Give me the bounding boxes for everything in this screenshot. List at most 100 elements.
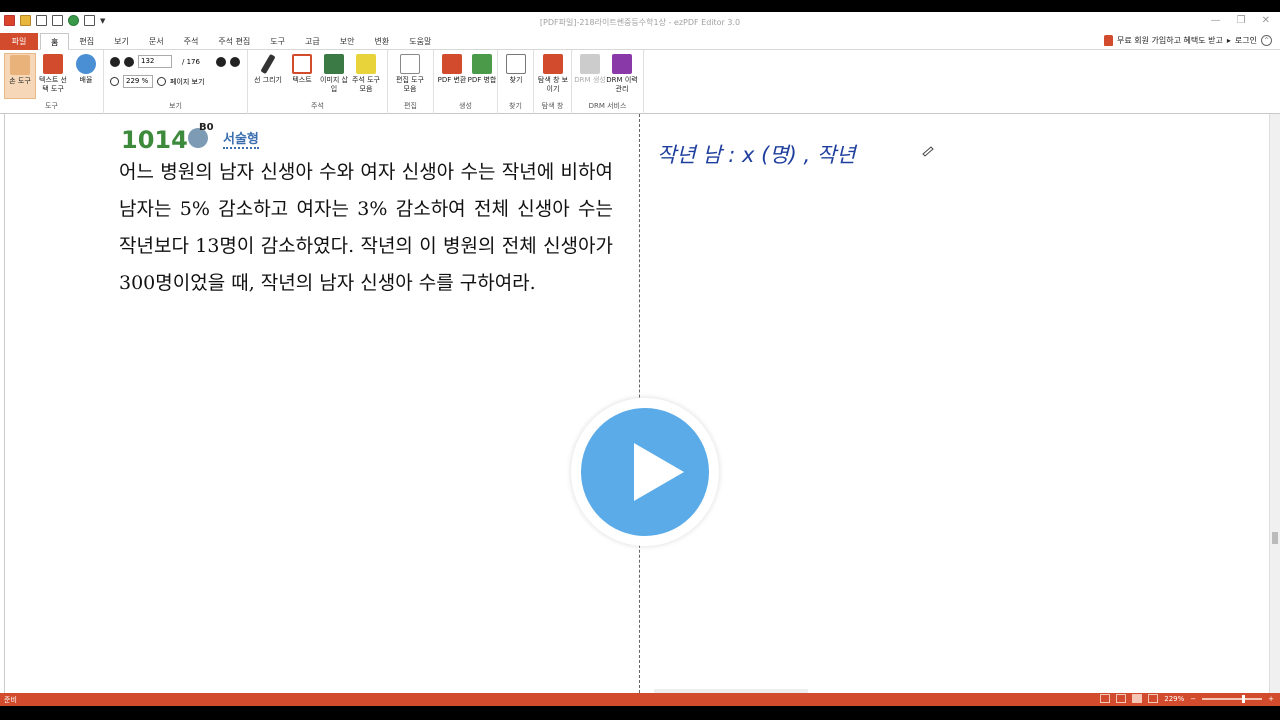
tab-advanced[interactable]: 고급 (295, 33, 330, 50)
zoom-slider[interactable] (1202, 694, 1263, 703)
page-number-input[interactable]: 132 (138, 55, 172, 68)
collapse-ribbon-icon[interactable]: ^ (1261, 35, 1272, 46)
prev-page-icon[interactable] (124, 56, 134, 67)
tab-security[interactable]: 보안 (330, 33, 365, 50)
pdf-convert-icon (442, 54, 462, 74)
drm-create-button[interactable]: DRM 생성 (574, 53, 606, 85)
zoom-in-small-icon[interactable] (157, 77, 166, 86)
pdf-merge-button[interactable]: PDF 병합 (466, 53, 498, 85)
lock-icon (1104, 35, 1114, 46)
scrollbar-thumb[interactable] (1272, 532, 1278, 544)
annot-toolset-button[interactable]: 주석 도구 모음 (350, 53, 382, 94)
file-tab[interactable]: 파일 (0, 33, 38, 50)
group-find: 찾기 찾기 (498, 50, 534, 114)
maximize-button[interactable]: ❐ (1237, 15, 1246, 26)
edit-tools-button[interactable]: 편집 도구 모음 (394, 53, 426, 94)
tab-document[interactable]: 문서 (139, 33, 174, 50)
play-button[interactable] (571, 398, 719, 546)
window-title: [PDF파일]-218라이트쎈중등수학1상 - ezPDF Editor 3.0 (539, 18, 741, 27)
text-t-icon (292, 54, 312, 74)
pdf-page[interactable]: 1014 B0 서술형 어느 병원의 남자 신생아 수와 여자 신생아 수는 작… (4, 114, 1269, 693)
page-view-button[interactable]: 페이지 보기 (170, 77, 204, 87)
pdf-convert-button[interactable]: PDF 변환 (436, 53, 468, 85)
insert-image-button[interactable]: 이미지 삽입 (318, 53, 350, 94)
zoom-in-status-button[interactable]: + (1268, 695, 1274, 703)
edit-doc-icon (400, 54, 420, 74)
tab-edit[interactable]: 편집 (69, 33, 104, 50)
group-label: 생성 (459, 102, 472, 110)
continuous-view-icon[interactable] (1116, 694, 1127, 703)
hand-tool-button[interactable]: 손 도구 (4, 53, 36, 99)
status-zoom-level: 229% (1164, 694, 1185, 703)
group-drm: DRM 생성 DRM 이력 관리 DRM 서비스 (572, 50, 644, 114)
document-area[interactable]: 1014 B0 서술형 어느 병원의 남자 신생아 수와 여자 신생아 수는 작… (0, 114, 1269, 693)
play-circle (581, 408, 709, 536)
status-text: 준비 (4, 696, 17, 704)
pen-icon (260, 53, 276, 75)
zoom-out-status-button[interactable]: − (1190, 695, 1196, 703)
image-icon (324, 54, 344, 74)
draw-line-button[interactable]: 선 그리기 (252, 53, 284, 85)
zoom-row: 229 % 페이지 보기 (110, 75, 204, 88)
zoom-level-input[interactable]: 229 % (123, 75, 153, 88)
last-page-icon[interactable] (229, 56, 240, 67)
two-page-view-icon[interactable] (1132, 694, 1143, 703)
text-annot-button[interactable]: 텍스트 (286, 53, 318, 85)
group-label: 주석 (311, 102, 324, 110)
two-page-continuous-view-icon[interactable] (1148, 694, 1159, 703)
tab-annotation-edit[interactable]: 주석 편집 (208, 33, 260, 50)
menu-bar: 파일 홈 편집 보기 문서 주석 주석 편집 도구 고급 보안 변환 도움말 무… (0, 33, 1280, 50)
arrow-right-icon: ▸ (1226, 36, 1231, 45)
zoom-button[interactable]: 배율 (70, 53, 102, 85)
tab-help[interactable]: 도움말 (399, 33, 441, 50)
login-link[interactable]: 로그인 (1235, 35, 1257, 46)
tab-tools[interactable]: 도구 (260, 33, 295, 50)
tab-home[interactable]: 홈 (40, 33, 70, 50)
account-area: 무료 회원 가입하고 혜택도 받고 ▸ 로그인 ^ (1104, 35, 1272, 46)
find-button[interactable]: 찾기 (500, 53, 532, 85)
first-page-icon[interactable] (110, 56, 120, 67)
zoom-out-icon[interactable] (110, 77, 119, 86)
play-icon (634, 443, 684, 501)
group-edit: 편집 도구 모음 편집 (388, 50, 434, 114)
zoom-in-icon (76, 54, 96, 74)
difficulty-badge: B0 (199, 122, 214, 133)
show-navpane-button[interactable]: 탐색 창 보이기 (537, 53, 569, 94)
pdf-merge-icon (472, 54, 492, 74)
pen-cursor-icon (922, 146, 934, 157)
vertical-scrollbar[interactable] (1269, 114, 1280, 693)
single-page-view-icon[interactable] (1100, 694, 1111, 703)
page-total: / 176 (182, 57, 200, 66)
group-label: 보기 (169, 102, 182, 110)
navpane-icon (543, 54, 563, 74)
tab-convert[interactable]: 변환 (365, 33, 400, 50)
app-window: ▼ [PDF파일]-218라이트쎈중등수학1상 - ezPDF Editor 3… (0, 12, 1280, 706)
handwritten-note: 작년 남 : x (명) , 작년 (657, 143, 934, 167)
handwritten-note-text: 작년 남 : x (명) , 작년 (657, 143, 858, 167)
text-select-icon (43, 54, 63, 74)
tab-view[interactable]: 보기 (104, 33, 139, 50)
group-label: 도구 (45, 102, 58, 110)
status-bar: 준비 229% − + (0, 693, 1280, 706)
signup-promo-link[interactable]: 무료 회원 가입하고 혜택도 받고 (1117, 35, 1223, 46)
close-button[interactable]: ✕ (1262, 15, 1270, 26)
group-label: 탐색 창 (541, 102, 564, 110)
minimize-button[interactable]: — (1211, 15, 1221, 26)
ribbon-tabs: 홈 편집 보기 문서 주석 주석 편집 도구 고급 보안 변환 도움말 (40, 33, 441, 50)
drm-history-button[interactable]: DRM 이력 관리 (606, 53, 638, 94)
group-label: 찾기 (509, 102, 522, 110)
text-select-button[interactable]: 텍스트 선택 도구 (37, 53, 69, 94)
group-create: PDF 변환 PDF 병합 생성 (434, 50, 498, 114)
drm-history-icon (612, 54, 632, 74)
drm-create-icon (580, 54, 600, 74)
title-bar: ▼ [PDF파일]-218라이트쎈중등수학1상 - ezPDF Editor 3… (0, 12, 1280, 33)
question-number: 1014 (121, 126, 188, 154)
question-type: 서술형 (223, 128, 259, 149)
group-label: DRM 서비스 (588, 102, 627, 110)
next-page-icon[interactable] (215, 56, 226, 67)
group-tools: 손 도구 텍스트 선택 도구 배율 도구 (0, 50, 104, 114)
group-navpane: 탐색 창 보이기 탐색 창 (534, 50, 572, 114)
tab-annotation[interactable]: 주석 (174, 33, 209, 50)
ribbon: 손 도구 텍스트 선택 도구 배율 도구 보기 132 / 176 229 % … (0, 50, 1280, 114)
group-label: 편집 (404, 102, 417, 110)
